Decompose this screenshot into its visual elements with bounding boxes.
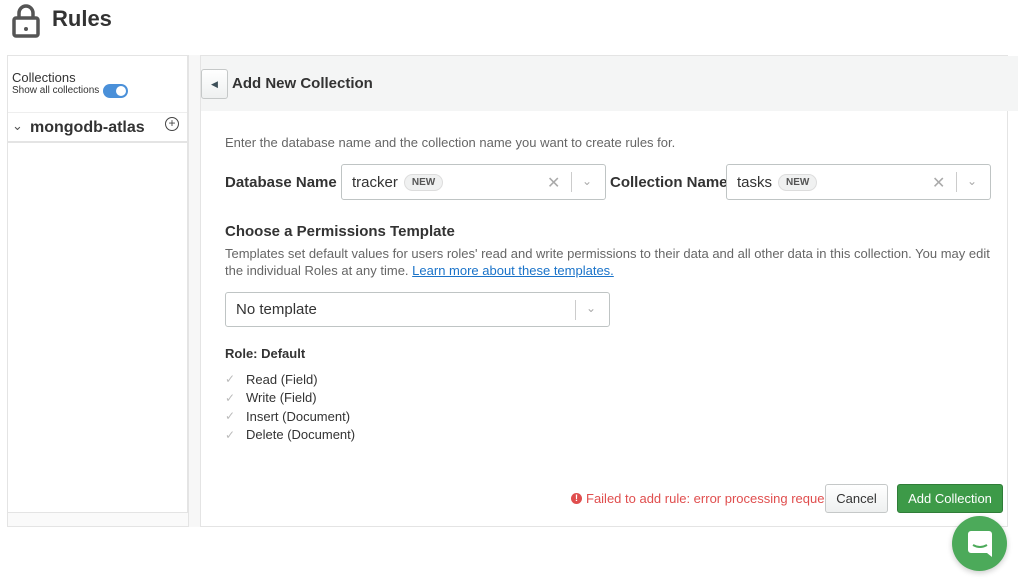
collection-value: tasks: [737, 174, 772, 191]
permission-delete[interactable]: ✓Delete (Document): [225, 426, 355, 445]
template-description: Templates set default values for users r…: [225, 245, 995, 279]
permission-label: Delete (Document): [246, 427, 355, 442]
add-collection-icon[interactable]: +: [165, 117, 179, 131]
template-heading: Choose a Permissions Template: [225, 223, 455, 240]
permission-label: Write (Field): [246, 390, 317, 405]
template-value: No template: [236, 301, 317, 318]
page-title: Rules: [52, 6, 112, 32]
show-all-label: Show all collections: [12, 85, 99, 96]
database-label: Database Name: [225, 174, 337, 191]
checkbox-checked-icon: ✓: [225, 372, 246, 386]
chevron-down-icon[interactable]: ⌄: [582, 174, 592, 188]
chevron-down-icon: ⌄: [586, 301, 596, 315]
panel-divider: [188, 55, 201, 527]
main-panel: [201, 55, 1008, 527]
show-all-toggle[interactable]: [103, 84, 128, 98]
collapse-button[interactable]: ◀: [201, 69, 228, 99]
chevron-down-icon: ⌄: [12, 118, 23, 134]
templates-link[interactable]: Learn more about these templates.: [412, 263, 614, 278]
new-badge: NEW: [778, 174, 817, 191]
panel-title: Add New Collection: [232, 75, 373, 92]
chat-icon: [967, 530, 993, 558]
chat-button[interactable]: [952, 516, 1007, 571]
permission-label: Insert (Document): [246, 409, 350, 424]
sidebar: Collections Show all collections ⌄ mongo…: [7, 55, 188, 513]
checkbox-checked-icon: ✓: [225, 391, 246, 405]
error-message: ! Failed to add rule: error processing re…: [571, 491, 835, 506]
collection-select[interactable]: tasks NEW ✕ ⌄: [726, 164, 991, 200]
permission-label: Read (Field): [246, 372, 318, 387]
chevron-down-icon[interactable]: ⌄: [967, 174, 977, 188]
error-icon: !: [571, 493, 582, 504]
clear-icon[interactable]: ✕: [547, 173, 560, 193]
template-select[interactable]: No template ⌄: [225, 292, 610, 327]
new-badge: NEW: [404, 174, 443, 191]
intro-text: Enter the database name and the collecti…: [225, 135, 675, 150]
caret-left-icon: ◀: [211, 79, 218, 90]
database-value: tracker: [352, 174, 398, 191]
add-collection-button[interactable]: Add Collection: [897, 484, 1003, 513]
panel-header: ◀ Add New Collection: [201, 56, 1018, 111]
permission-write[interactable]: ✓Write (Field): [225, 389, 355, 408]
role-label: Role: Default: [225, 346, 305, 361]
cluster-item[interactable]: ⌄ mongodb-atlas +: [8, 112, 187, 143]
checkbox-checked-icon: ✓: [225, 428, 246, 442]
collection-label: Collection Name: [610, 174, 728, 191]
clear-icon[interactable]: ✕: [932, 173, 945, 193]
sidebar-footer: [7, 513, 201, 527]
checkbox-checked-icon: ✓: [225, 409, 246, 423]
cancel-button[interactable]: Cancel: [825, 484, 888, 513]
permission-insert[interactable]: ✓Insert (Document): [225, 407, 355, 426]
database-select[interactable]: tracker NEW ✕ ⌄: [341, 164, 606, 200]
cluster-name: mongodb-atlas: [30, 119, 145, 137]
error-text: Failed to add rule: error processing req…: [586, 491, 835, 506]
permission-read[interactable]: ✓Read (Field): [225, 370, 355, 389]
permissions-list: ✓Read (Field) ✓Write (Field) ✓Insert (Do…: [225, 370, 355, 444]
collections-label: Collections: [12, 70, 76, 85]
lock-icon: [12, 4, 40, 38]
